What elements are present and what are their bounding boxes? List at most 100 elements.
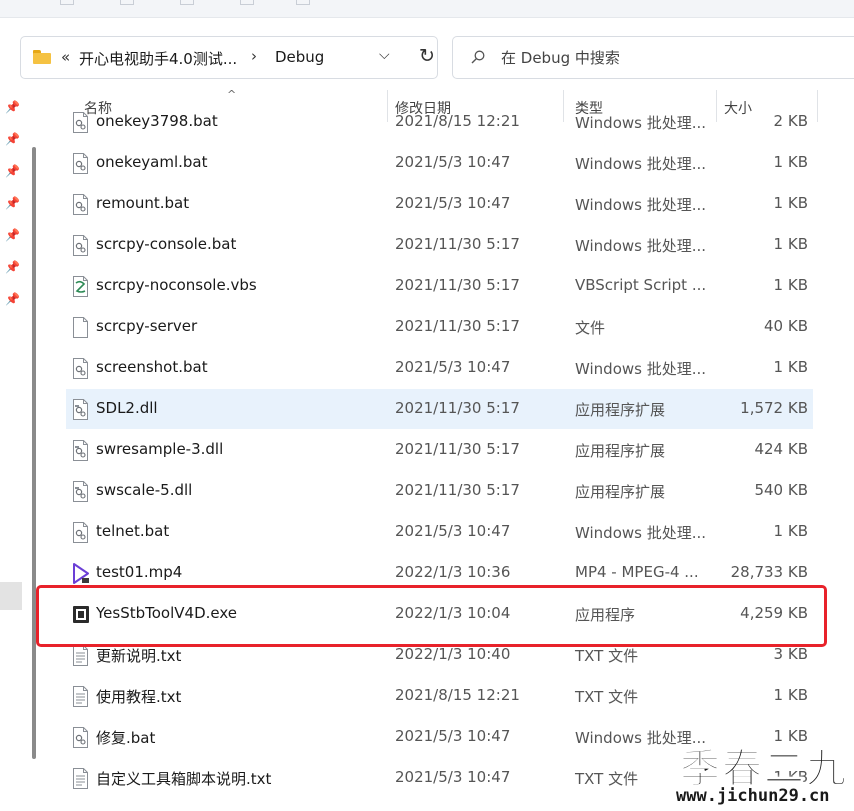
watermark: 季春二九 www.jichun29.cn (660, 736, 854, 811)
exe-file-icon (73, 606, 89, 623)
file-date: 2021/11/30 5:17 (395, 399, 520, 417)
file-name: 自定义工具箱脚本说明.txt (96, 770, 272, 788)
file-row[interactable]: swscale-5.dll 2021/11/30 5:17 应用程序扩展 540 KB (66, 471, 813, 511)
file-type: 应用程序扩展 (575, 442, 666, 460)
file-row[interactable]: onekeyaml.bat 2021/5/3 10:47 Windows 批处理..… (66, 143, 813, 183)
blank-file-icon (73, 317, 88, 338)
video-file-icon (73, 563, 89, 584)
watermark-url: www.jichun29.cn (676, 786, 830, 806)
file-name: screenshot.bat (96, 358, 208, 376)
file-row[interactable]: 使用教程.txt 2021/8/15 12:21 TXT 文件 1 KB (66, 676, 813, 716)
file-size: 1 KB (773, 358, 808, 376)
file-type: Windows 批处理... (575, 155, 707, 173)
file-row[interactable]: 更新说明.txt 2022/1/3 10:40 TXT 文件 3 KB (66, 635, 813, 675)
file-type: Windows 批处理... (575, 524, 707, 542)
file-name: scrcpy-noconsole.vbs (96, 276, 257, 294)
file-date: 2021/11/30 5:17 (395, 276, 520, 294)
file-size: 28,733 KB (730, 563, 808, 581)
file-name: SDL2.dll (96, 399, 158, 417)
file-size: 1 KB (773, 153, 808, 171)
file-type: 应用程序 (575, 606, 636, 624)
batch-file-icon (73, 235, 88, 256)
file-type: TXT 文件 (575, 688, 639, 706)
file-row[interactable]: test01.mp4 2022/1/3 10:36 MP4 - MPEG-4 ...… (66, 553, 813, 593)
file-name: swscale-5.dll (96, 481, 193, 499)
file-row[interactable]: onekey3798.bat 2021/8/15 12:21 Windows 批处理… (66, 102, 813, 142)
file-size: 1 KB (773, 686, 808, 704)
file-date: 2021/5/3 10:47 (395, 194, 511, 212)
file-type: TXT 文件 (575, 770, 639, 788)
file-type: Windows 批处理... (575, 360, 707, 378)
file-type: MP4 - MPEG-4 ... (575, 563, 699, 581)
file-type: Windows 批处理... (575, 237, 707, 255)
dll-file-icon (73, 440, 88, 461)
batch-file-icon (73, 522, 88, 543)
file-size: 1 KB (773, 235, 808, 253)
file-size: 40 KB (764, 317, 808, 335)
file-date: 2021/11/30 5:17 (395, 481, 520, 499)
file-type: Windows 批处理... (575, 196, 707, 214)
text-file-icon (73, 645, 88, 666)
file-name: telnet.bat (96, 522, 170, 540)
file-row[interactable]: scrcpy-server 2021/11/30 5:17 文件 40 KB (66, 307, 813, 347)
file-date: 2021/11/30 5:17 (395, 235, 520, 253)
file-type: Windows 批处理... (575, 114, 707, 132)
text-file-icon (73, 768, 88, 789)
file-row[interactable]: swresample-3.dll 2021/11/30 5:17 应用程序扩展 424… (66, 430, 813, 470)
vbscript-file-icon (73, 276, 88, 297)
file-list: onekey3798.bat 2021/8/15 12:21 Windows 批处理… (0, 0, 854, 811)
file-date: 2021/8/15 12:21 (395, 112, 520, 130)
file-date: 2022/1/3 10:04 (395, 604, 511, 622)
file-date: 2021/5/3 10:47 (395, 358, 511, 376)
batch-file-icon (73, 112, 88, 133)
file-date: 2021/11/30 5:17 (395, 317, 520, 335)
file-row[interactable]: YesStbToolV4D.exe 2022/1/3 10:04 应用程序 4,259… (66, 594, 813, 634)
file-date: 2021/5/3 10:47 (395, 522, 511, 540)
file-row[interactable]: telnet.bat 2021/5/3 10:47 Windows 批处理... 1 … (66, 512, 813, 552)
file-size: 424 KB (754, 440, 808, 458)
file-name: 更新说明.txt (96, 647, 182, 665)
file-date: 2021/8/15 12:21 (395, 686, 520, 704)
file-type: 文件 (575, 319, 606, 337)
file-size: 1 KB (773, 276, 808, 294)
batch-file-icon (73, 358, 88, 379)
file-row[interactable]: SDL2.dll 2021/11/30 5:17 应用程序扩展 1,572 KB (66, 389, 813, 429)
file-name: scrcpy-server (96, 317, 198, 335)
file-size: 540 KB (754, 481, 808, 499)
file-type: 应用程序扩展 (575, 483, 666, 501)
file-size: 2 KB (773, 112, 808, 130)
file-name: 修复.bat (96, 729, 156, 747)
file-name: test01.mp4 (96, 563, 183, 581)
file-row[interactable]: scrcpy-noconsole.vbs 2021/11/30 5:17 VBScr… (66, 266, 813, 306)
file-name: YesStbToolV4D.exe (96, 604, 238, 622)
file-row[interactable]: scrcpy-console.bat 2021/11/30 5:17 Windows… (66, 225, 813, 265)
file-date: 2022/1/3 10:36 (395, 563, 511, 581)
file-date: 2021/5/3 10:47 (395, 727, 511, 745)
file-size: 1,572 KB (740, 399, 808, 417)
file-name: scrcpy-console.bat (96, 235, 237, 253)
file-name: 使用教程.txt (96, 688, 182, 706)
dll-file-icon (73, 481, 88, 502)
batch-file-icon (73, 727, 88, 748)
file-date: 2021/11/30 5:17 (395, 440, 520, 458)
file-date: 2022/1/3 10:40 (395, 645, 511, 663)
batch-file-icon (73, 194, 88, 215)
file-type: TXT 文件 (575, 647, 639, 665)
file-name: remount.bat (96, 194, 190, 212)
file-name: onekey3798.bat (96, 112, 218, 130)
file-date: 2021/5/3 10:47 (395, 768, 511, 786)
file-row[interactable]: remount.bat 2021/5/3 10:47 Windows 批处理... 1… (66, 184, 813, 224)
batch-file-icon (73, 153, 88, 174)
dll-file-icon (73, 399, 88, 420)
file-size: 4,259 KB (740, 604, 808, 622)
file-name: swresample-3.dll (96, 440, 224, 458)
file-size: 3 KB (773, 645, 808, 663)
file-type: 应用程序扩展 (575, 401, 666, 419)
file-type: VBScript Script ... (575, 276, 707, 294)
file-size: 1 KB (773, 522, 808, 540)
file-date: 2021/5/3 10:47 (395, 153, 511, 171)
text-file-icon (73, 686, 88, 707)
file-row[interactable]: screenshot.bat 2021/5/3 10:47 Windows 批处理.… (66, 348, 813, 388)
file-name: onekeyaml.bat (96, 153, 208, 171)
file-size: 1 KB (773, 194, 808, 212)
